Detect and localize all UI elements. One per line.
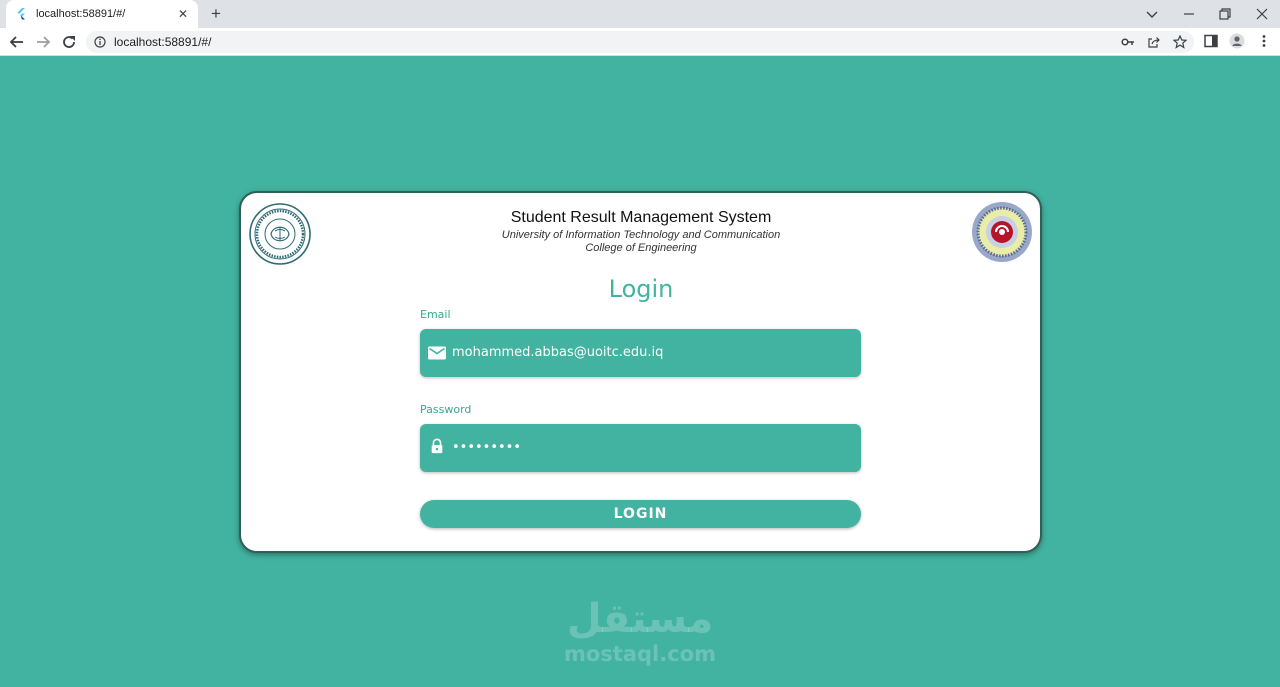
- browser-tab[interactable]: localhost:58891/#/ ✕: [6, 0, 198, 28]
- address-url: localhost:58891/#/: [114, 35, 212, 49]
- close-icon[interactable]: ✕: [176, 7, 190, 21]
- close-window-icon[interactable]: [1252, 4, 1272, 24]
- login-button[interactable]: LOGIN: [420, 500, 861, 528]
- flutter-favicon: [17, 8, 25, 20]
- mail-icon: [428, 346, 446, 360]
- password-value: •••••••••: [452, 440, 522, 455]
- watermark-arabic: مستقل: [566, 596, 714, 642]
- back-arrow-icon[interactable]: [8, 33, 26, 51]
- sidebar-icon[interactable]: [1203, 33, 1219, 49]
- college-emblem-logo: [972, 202, 1032, 262]
- university-name: University of Information Technology and…: [501, 229, 781, 241]
- reload-icon[interactable]: [60, 33, 78, 51]
- address-bar[interactable]: localhost:58891/#/: [86, 31, 1194, 53]
- college-name: College of Engineering: [585, 242, 697, 254]
- system-title: Student Result Management System: [510, 209, 772, 226]
- plus-icon[interactable]: +: [207, 5, 225, 23]
- mostaql-watermark: مستقل mostaql.com: [540, 595, 740, 665]
- email-field[interactable]: mohammed.abbas@uoitc.edu.iq: [420, 329, 861, 377]
- restore-icon[interactable]: [1215, 4, 1235, 24]
- email-value: mohammed.abbas@uoitc.edu.iq: [452, 345, 664, 360]
- star-icon[interactable]: [1173, 35, 1187, 49]
- tab-strip: localhost:58891/#/ ✕ +: [0, 0, 1280, 28]
- watermark-latin: mostaql.com: [564, 642, 716, 666]
- browser-toolbar: localhost:58891/#/: [0, 28, 1280, 56]
- share-icon[interactable]: [1147, 35, 1161, 49]
- tab-title: localhost:58891/#/: [36, 8, 126, 20]
- key-icon[interactable]: [1121, 35, 1135, 49]
- email-label: Email: [420, 308, 451, 321]
- login-card: Student Result Management System Univers…: [239, 191, 1042, 553]
- profile-icon[interactable]: [1229, 33, 1245, 49]
- password-label: Password: [420, 403, 472, 416]
- forward-arrow-icon[interactable]: [34, 33, 52, 51]
- password-field[interactable]: •••••••••: [420, 424, 861, 472]
- login-heading: Login: [608, 275, 674, 303]
- info-icon[interactable]: [94, 36, 106, 48]
- kebab-menu-icon[interactable]: [1256, 33, 1272, 49]
- lock-icon: [431, 438, 443, 454]
- minimize-icon[interactable]: [1179, 4, 1199, 24]
- chevron-down-icon[interactable]: [1142, 4, 1162, 24]
